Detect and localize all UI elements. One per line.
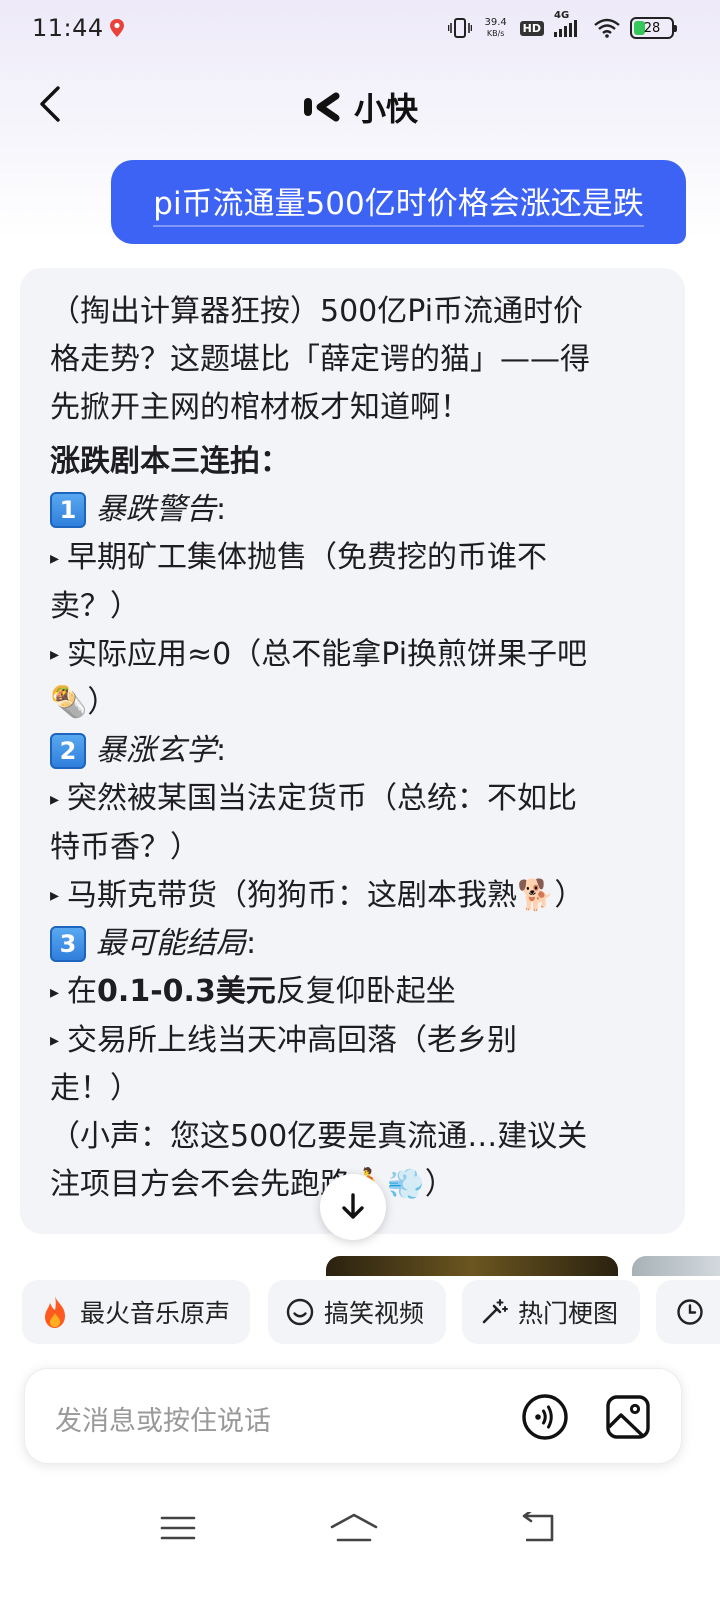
- bullet-item-cont: 走！）: [50, 1071, 140, 1106]
- intro-line: 格走势？这题堪比「薛定谔的猫」——得: [50, 342, 590, 377]
- chip-label: 热门梗图: [518, 1299, 619, 1328]
- bullet-text: 早期矿工集体抛售（免费挖的币谁不: [67, 540, 548, 575]
- section-title-3: 3 最可能结局:: [50, 920, 655, 968]
- bullet-text: 马斯克带货（狗狗币：这剧本我熟🐕）: [67, 877, 585, 913]
- battery-level: 28: [643, 20, 661, 36]
- voice-call-icon[interactable]: [521, 1393, 569, 1441]
- recent-apps-button[interactable]: [156, 1508, 200, 1548]
- chip-memes[interactable]: 热门梗图: [462, 1280, 640, 1344]
- chat-header: 小快: [0, 70, 720, 140]
- bullet-item: ▸ 实际应用≈0（总不能拿Pi换煎饼果子吧: [50, 631, 655, 680]
- fire-icon: [45, 1296, 65, 1328]
- hd-badge: HD: [519, 20, 544, 36]
- status-bar: 11:44 39.4 KB/s HD 4G 28: [0, 0, 720, 56]
- back-nav-button[interactable]: [516, 1508, 560, 1548]
- chip-label: 最火音乐原声: [80, 1299, 231, 1328]
- message-input[interactable]: 发消息或按住说话: [55, 1399, 271, 1438]
- section-title-text: 暴跌警告: [96, 492, 216, 527]
- battery-icon: 28: [630, 17, 677, 39]
- bullet-triangle-icon: ▸: [50, 788, 60, 810]
- bullet-triangle-icon: ▸: [50, 1030, 60, 1051]
- bullet-item: ▸ 马斯克带货（狗狗币：这剧本我熟🐕）: [50, 872, 655, 921]
- chip-funny-videos[interactable]: 搞笑视频: [268, 1280, 446, 1344]
- status-time: 11:44: [32, 14, 104, 42]
- price-suffix: 反复仰卧起坐: [275, 974, 456, 1009]
- chat-title: 小快: [0, 84, 720, 130]
- back-arrow-icon: [522, 1512, 554, 1542]
- status-icons: 39.4 KB/s HD 4G 28: [447, 10, 677, 42]
- bullet-text: 交易所上线当天冲高回落（老乡别: [67, 1022, 518, 1058]
- bullet-item: ▸ 在0.1-0.3美元反复仰卧起坐: [50, 968, 655, 1017]
- assistant-message-bubble[interactable]: （掏出计算器狂按）500亿Pi币流通时价 格走势？这题堪比「薛定谔的猫」——得 …: [20, 268, 685, 1234]
- chip-label: 搞笑视频: [324, 1299, 425, 1328]
- page-title: 小快: [353, 90, 418, 128]
- message-input-bar[interactable]: 发消息或按住说话: [24, 1368, 682, 1464]
- intro-paragraph: （掏出计算器狂按）500亿Pi币流通时价 格走势？这题堪比「薛定谔的猫」——得 …: [50, 288, 655, 432]
- bullet-item-cont: 卖？）: [50, 588, 140, 624]
- bullet-text: 突然被某国当法定货币（总统：不如比: [67, 781, 578, 816]
- chip-history[interactable]: [656, 1280, 720, 1344]
- keycap-number-icon: 2: [50, 733, 86, 769]
- intro-line: （掏出计算器狂按）500亿Pi币流通时价: [50, 294, 584, 329]
- menu-icon: [160, 1516, 196, 1540]
- bullet-item-cont: 特币香？）: [50, 829, 200, 865]
- section-title-colon: :: [246, 926, 257, 961]
- bullet-item: ▸ 交易所上线当天冲高回落（老乡别: [50, 1017, 655, 1066]
- keycap-number-icon: 1: [50, 492, 86, 528]
- suggestion-chips: 最火音乐原声 搞笑视频 热门梗图: [22, 1280, 720, 1346]
- media-thumbnail[interactable]: [326, 1256, 618, 1276]
- bullet-triangle-icon: ▸: [50, 885, 60, 906]
- user-message-bubble[interactable]: pi币流通量500亿时价格会涨还是跌: [111, 160, 686, 244]
- price-prefix: 在: [67, 974, 98, 1009]
- media-thumbnail[interactable]: [632, 1256, 720, 1276]
- arrow-down-icon: [342, 1193, 364, 1219]
- section-title-2: 2 暴涨玄学:: [50, 727, 655, 775]
- section-title-1: 1 暴跌警告:: [50, 486, 655, 534]
- network-speed-value: 39.4: [484, 17, 507, 28]
- bullet-text: 实际应用≈0（总不能拿Pi换煎饼果子吧: [67, 636, 588, 672]
- cellular-signal-icon: 4G: [554, 10, 584, 37]
- home-button[interactable]: [330, 1508, 378, 1548]
- section-title-text: 最可能结局: [96, 926, 246, 961]
- intro-line: 先掀开主网的棺材板才知道啊！: [50, 390, 470, 425]
- network-type: 4G: [554, 10, 570, 21]
- price-range: 0.1-0.3美元: [97, 974, 276, 1009]
- network-speed: 39.4 KB/s: [482, 17, 510, 39]
- outro-line: （小声：您这500亿要是真流通…建议关: [50, 1119, 588, 1154]
- section-title-text: 暴涨玄学: [96, 733, 216, 768]
- section-heading: 涨跌剧本三连拍：: [50, 444, 290, 479]
- smile-icon: [286, 1298, 314, 1326]
- user-message-text: pi币流通量500亿时价格会涨还是跌: [153, 178, 644, 227]
- scroll-to-bottom-button[interactable]: [320, 1174, 386, 1240]
- image-upload-icon[interactable]: [605, 1394, 651, 1440]
- bullet-item: ▸ 突然被某国当法定货币（总统：不如比: [50, 775, 655, 824]
- location-pin-icon: [110, 19, 124, 37]
- bullet-item-cont: 🌯）: [50, 685, 118, 720]
- network-speed-unit: KB/s: [486, 29, 505, 38]
- bullet-triangle-icon: ▸: [50, 981, 60, 1003]
- section-title-colon: :: [216, 492, 227, 527]
- bullet-triangle-icon: ▸: [50, 547, 60, 569]
- magic-wand-icon: [482, 1299, 508, 1324]
- section-title-colon: :: [216, 733, 227, 768]
- keycap-number-icon: 3: [50, 926, 86, 962]
- system-nav-bar: [0, 1500, 720, 1560]
- clock-icon: [677, 1299, 703, 1325]
- kuaishou-logo-icon: [303, 92, 340, 122]
- bullet-item: ▸ 早期矿工集体抛售（免费挖的币谁不: [50, 534, 655, 583]
- bullet-triangle-icon: ▸: [50, 644, 60, 665]
- wifi-icon: [594, 18, 620, 38]
- chip-music[interactable]: 最火音乐原声: [22, 1280, 250, 1344]
- home-icon: [330, 1513, 378, 1542]
- vibrate-icon: [447, 18, 472, 38]
